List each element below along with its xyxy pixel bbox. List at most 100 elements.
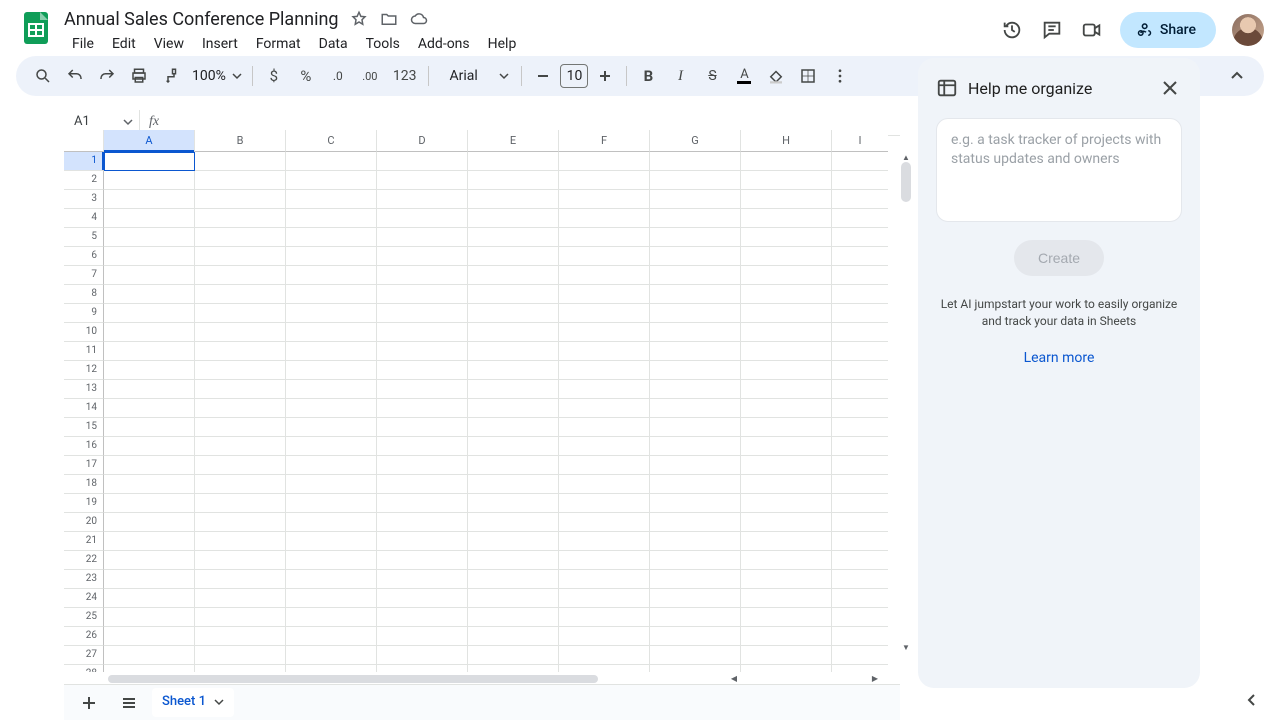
strikethrough-icon[interactable]: S: [697, 61, 727, 91]
cell[interactable]: [741, 304, 832, 323]
row-header[interactable]: 20: [64, 513, 104, 532]
menu-help[interactable]: Help: [480, 32, 525, 56]
cell[interactable]: [286, 228, 377, 247]
cell[interactable]: [559, 456, 650, 475]
cell[interactable]: [832, 494, 888, 513]
cell[interactable]: [377, 627, 468, 646]
cell[interactable]: [832, 361, 888, 380]
cell[interactable]: [195, 266, 286, 285]
cell[interactable]: [468, 228, 559, 247]
cell[interactable]: [377, 399, 468, 418]
cell[interactable]: [104, 304, 195, 323]
cell[interactable]: [104, 532, 195, 551]
cell[interactable]: [377, 342, 468, 361]
search-menus-icon[interactable]: [28, 61, 58, 91]
redo-icon[interactable]: [92, 61, 122, 91]
bold-icon[interactable]: B: [633, 61, 663, 91]
cell[interactable]: [286, 513, 377, 532]
cell[interactable]: [650, 437, 741, 456]
column-header[interactable]: H: [741, 130, 832, 152]
cell[interactable]: [286, 380, 377, 399]
row-header[interactable]: 5: [64, 228, 104, 247]
hide-side-panel-icon[interactable]: [1240, 688, 1264, 712]
cell[interactable]: [559, 646, 650, 665]
cell[interactable]: [559, 228, 650, 247]
italic-icon[interactable]: I: [665, 61, 695, 91]
number-format-button[interactable]: 123: [387, 61, 423, 91]
cell[interactable]: [104, 665, 195, 672]
row-header[interactable]: 12: [64, 361, 104, 380]
cell[interactable]: [286, 494, 377, 513]
cell[interactable]: [195, 608, 286, 627]
menu-view[interactable]: View: [146, 32, 192, 56]
cell[interactable]: [741, 266, 832, 285]
cell[interactable]: [650, 304, 741, 323]
decrease-decimal-icon[interactable]: .0: [323, 61, 353, 91]
cell[interactable]: [377, 646, 468, 665]
cloud-saved-icon[interactable]: [409, 9, 429, 29]
cell[interactable]: [468, 399, 559, 418]
cell[interactable]: [377, 589, 468, 608]
close-icon[interactable]: [1158, 76, 1182, 100]
cell[interactable]: [832, 399, 888, 418]
row-header[interactable]: 27: [64, 646, 104, 665]
cell[interactable]: [832, 323, 888, 342]
cell[interactable]: [377, 361, 468, 380]
cell[interactable]: [741, 247, 832, 266]
cell[interactable]: [559, 608, 650, 627]
cell[interactable]: [650, 494, 741, 513]
menu-insert[interactable]: Insert: [194, 32, 246, 56]
cell[interactable]: [650, 627, 741, 646]
cell[interactable]: [832, 475, 888, 494]
row-header[interactable]: 9: [64, 304, 104, 323]
cell[interactable]: [559, 513, 650, 532]
cell[interactable]: [741, 627, 832, 646]
cell[interactable]: [104, 475, 195, 494]
cell[interactable]: [741, 152, 832, 171]
cell[interactable]: [468, 627, 559, 646]
column-header[interactable]: B: [195, 130, 286, 152]
cell[interactable]: [377, 570, 468, 589]
cell[interactable]: [104, 456, 195, 475]
cell[interactable]: [468, 551, 559, 570]
cell[interactable]: [195, 228, 286, 247]
cell[interactable]: [559, 342, 650, 361]
cell[interactable]: [832, 570, 888, 589]
cell[interactable]: [195, 646, 286, 665]
cell[interactable]: [741, 380, 832, 399]
cell[interactable]: [286, 627, 377, 646]
row-header[interactable]: 15: [64, 418, 104, 437]
cell[interactable]: [832, 190, 888, 209]
cell[interactable]: [286, 190, 377, 209]
cell[interactable]: [741, 456, 832, 475]
row-header[interactable]: 25: [64, 608, 104, 627]
cell[interactable]: [468, 665, 559, 672]
cell[interactable]: [104, 646, 195, 665]
cell[interactable]: [468, 247, 559, 266]
cell[interactable]: [832, 285, 888, 304]
cell[interactable]: [832, 152, 888, 171]
cell[interactable]: [559, 247, 650, 266]
cell[interactable]: [468, 190, 559, 209]
cell[interactable]: [195, 342, 286, 361]
all-sheets-icon[interactable]: [112, 688, 146, 718]
cell[interactable]: [104, 494, 195, 513]
cell[interactable]: [104, 285, 195, 304]
cell[interactable]: [377, 209, 468, 228]
cell[interactable]: [104, 342, 195, 361]
cell[interactable]: [286, 532, 377, 551]
cell[interactable]: [104, 570, 195, 589]
cell[interactable]: [650, 323, 741, 342]
cell[interactable]: [559, 437, 650, 456]
cell[interactable]: [741, 285, 832, 304]
menu-tools[interactable]: Tools: [358, 32, 408, 56]
organize-prompt-input[interactable]: e.g. a task tracker of projects with sta…: [936, 118, 1182, 222]
cell[interactable]: [650, 551, 741, 570]
cell[interactable]: [104, 323, 195, 342]
cell[interactable]: [650, 532, 741, 551]
cell[interactable]: [195, 380, 286, 399]
cell[interactable]: [286, 399, 377, 418]
cell[interactable]: [468, 589, 559, 608]
text-color-icon[interactable]: A: [729, 61, 759, 91]
cell[interactable]: [741, 342, 832, 361]
